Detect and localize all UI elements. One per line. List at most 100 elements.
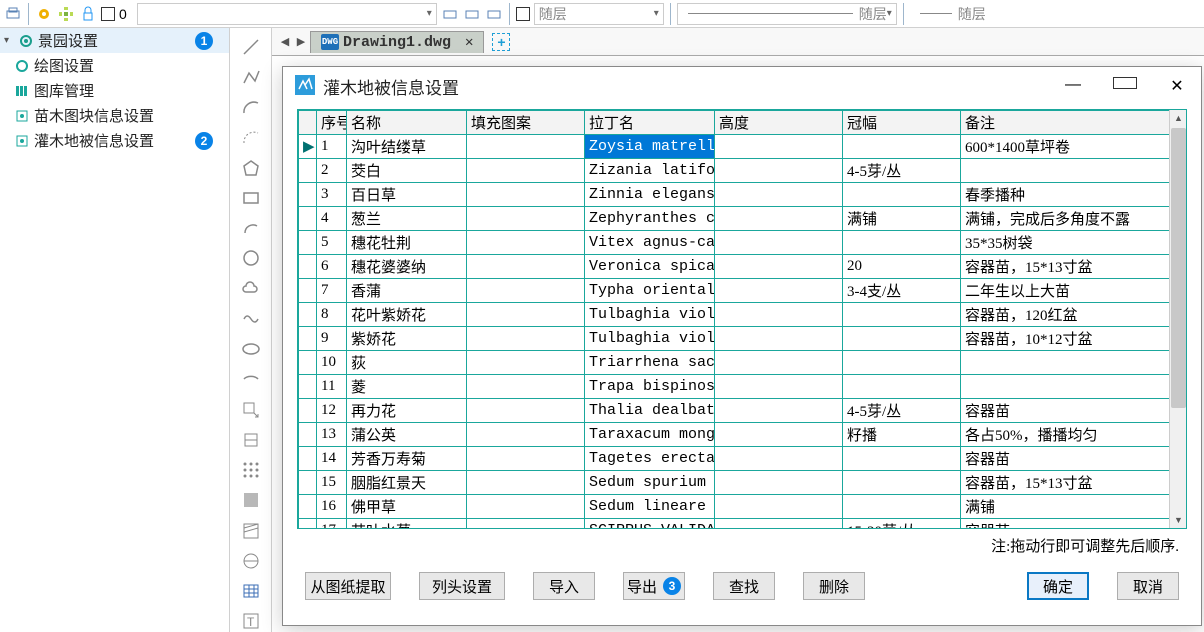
cell-seq[interactable]: 8 [317, 303, 347, 327]
ok-button[interactable]: 确定 [1027, 572, 1089, 600]
print-icon-2[interactable] [441, 5, 459, 23]
cell-remark[interactable] [961, 159, 1186, 183]
cell-seq[interactable]: 3 [317, 183, 347, 207]
tree-item-landscape-settings[interactable]: ▾ 景园设置 1 [0, 28, 229, 53]
cell-crown[interactable] [843, 471, 961, 495]
cell-latin[interactable]: Veronica spica [585, 255, 715, 279]
cell-name[interactable]: 百日草 [347, 183, 467, 207]
cell-fill[interactable] [467, 159, 585, 183]
column-header[interactable]: 填充图案 [467, 111, 585, 135]
cell-height[interactable] [715, 135, 843, 159]
cell-latin[interactable]: Zizania latifo [585, 159, 715, 183]
circle-tool-icon[interactable] [240, 248, 262, 269]
cell-remark[interactable]: 二年生以上大苗 [961, 279, 1186, 303]
table-row[interactable]: 12再力花Thalia dealbat4-5芽/丛容器苗 [299, 399, 1186, 423]
cell-seq[interactable]: 13 [317, 423, 347, 447]
cell-name[interactable]: 穗花牡荆 [347, 231, 467, 255]
cell-name[interactable]: 再力花 [347, 399, 467, 423]
tab-next-icon[interactable]: ▶ [294, 35, 308, 48]
gradient-tool-icon[interactable] [240, 520, 262, 541]
column-header[interactable]: 备注 [961, 111, 1186, 135]
cell-fill[interactable] [467, 495, 585, 519]
cell-name[interactable]: 花叶紫娇花 [347, 303, 467, 327]
cell-name[interactable]: 香蒲 [347, 279, 467, 303]
cell-latin[interactable]: Trapa bispinos [585, 375, 715, 399]
cell-seq[interactable]: 17 [317, 519, 347, 530]
table-row[interactable]: 16佛甲草Sedum lineare满铺 [299, 495, 1186, 519]
cell-crown[interactable] [843, 231, 961, 255]
cell-crown[interactable] [843, 303, 961, 327]
cell-remark[interactable] [961, 375, 1186, 399]
cell-remark[interactable]: 600*1400草坪卷 [961, 135, 1186, 159]
table-row[interactable]: 5穗花牡荆Vitex agnus-ca35*35树袋 [299, 231, 1186, 255]
cell-seq[interactable]: 16 [317, 495, 347, 519]
minimize-button[interactable]: — [1061, 76, 1085, 96]
cell-latin[interactable]: Tagetes erecta [585, 447, 715, 471]
cell-height[interactable] [715, 399, 843, 423]
cell-name[interactable]: 胭脂红景天 [347, 471, 467, 495]
cell-height[interactable] [715, 327, 843, 351]
sun-icon[interactable] [35, 5, 53, 23]
cell-fill[interactable] [467, 423, 585, 447]
cell-remark[interactable]: 各占50%，播播均匀 [961, 423, 1186, 447]
cell-height[interactable] [715, 471, 843, 495]
cell-crown[interactable] [843, 447, 961, 471]
cell-seq[interactable]: 7 [317, 279, 347, 303]
close-tab-icon[interactable]: ✕ [465, 34, 473, 51]
cell-latin[interactable]: Sedum lineare [585, 495, 715, 519]
table-row[interactable]: 10荻Triarrhena sac [299, 351, 1186, 375]
cell-crown[interactable]: 满铺 [843, 207, 961, 231]
cell-height[interactable] [715, 303, 843, 327]
cell-latin[interactable]: Zoysia matrell [585, 135, 715, 159]
table-row[interactable]: 15胭脂红景天Sedum spurium容器苗，15*13寸盆 [299, 471, 1186, 495]
polyline-tool-icon[interactable] [240, 66, 262, 87]
cell-seq[interactable]: 15 [317, 471, 347, 495]
cell-remark[interactable]: 容器苗 [961, 399, 1186, 423]
cell-latin[interactable]: SCIRPUS VALIDA [585, 519, 715, 530]
cell-name[interactable]: 菱 [347, 375, 467, 399]
cell-latin[interactable]: Vitex agnus-ca [585, 231, 715, 255]
cell-seq[interactable]: 11 [317, 375, 347, 399]
make-block-tool-icon[interactable] [240, 429, 262, 450]
cell-latin[interactable]: Sedum spurium [585, 471, 715, 495]
layer-dropdown[interactable]: ▾ [137, 3, 437, 25]
cell-height[interactable] [715, 231, 843, 255]
find-button[interactable]: 查找 [713, 572, 775, 600]
cell-fill[interactable] [467, 135, 585, 159]
cell-seq[interactable]: 12 [317, 399, 347, 423]
rectangle-tool-icon[interactable] [240, 187, 262, 208]
cell-height[interactable] [715, 375, 843, 399]
hatch-tool-icon[interactable] [240, 490, 262, 511]
arc-tool-icon[interactable] [240, 97, 262, 118]
cell-name[interactable]: 荻 [347, 351, 467, 375]
cell-fill[interactable] [467, 519, 585, 530]
cloud-tool-icon[interactable] [240, 278, 262, 299]
table-row[interactable]: 8花叶紫娇花Tulbaghia viol容器苗，120红盆 [299, 303, 1186, 327]
cell-height[interactable] [715, 519, 843, 530]
cell-height[interactable] [715, 255, 843, 279]
cell-remark[interactable]: 满铺 [961, 495, 1186, 519]
tab-prev-icon[interactable]: ◀ [278, 35, 292, 48]
cell-height[interactable] [715, 207, 843, 231]
file-tab[interactable]: DWG Drawing1.dwg ✕ [310, 31, 484, 53]
lock-icon[interactable] [79, 5, 97, 23]
table-row[interactable]: 6穗花婆婆纳Veronica spica20容器苗，15*13寸盆 [299, 255, 1186, 279]
color-swatch-2[interactable] [516, 7, 530, 21]
export-button[interactable]: 导出3 [623, 572, 685, 600]
add-tab-button[interactable]: + [492, 33, 510, 51]
cell-crown[interactable]: 4-5芽/丛 [843, 159, 961, 183]
cancel-button[interactable]: 取消 [1117, 572, 1179, 600]
cell-fill[interactable] [467, 207, 585, 231]
dialog-title-bar[interactable]: 灌木地被信息设置 — ✕ [283, 67, 1201, 105]
column-header[interactable]: 拉丁名 [585, 111, 715, 135]
cell-crown[interactable] [843, 375, 961, 399]
arc2-tool-icon[interactable] [240, 218, 262, 239]
extract-button[interactable]: 从图纸提取 [305, 572, 391, 600]
cell-remark[interactable]: 35*35树袋 [961, 231, 1186, 255]
table-row[interactable]: 13蒲公英Taraxacum mong籽播各占50%，播播均匀 [299, 423, 1186, 447]
cell-name[interactable]: 芳香万寿菊 [347, 447, 467, 471]
cell-name[interactable]: 葱兰 [347, 207, 467, 231]
cell-crown[interactable] [843, 135, 961, 159]
cell-height[interactable] [715, 495, 843, 519]
cell-height[interactable] [715, 351, 843, 375]
